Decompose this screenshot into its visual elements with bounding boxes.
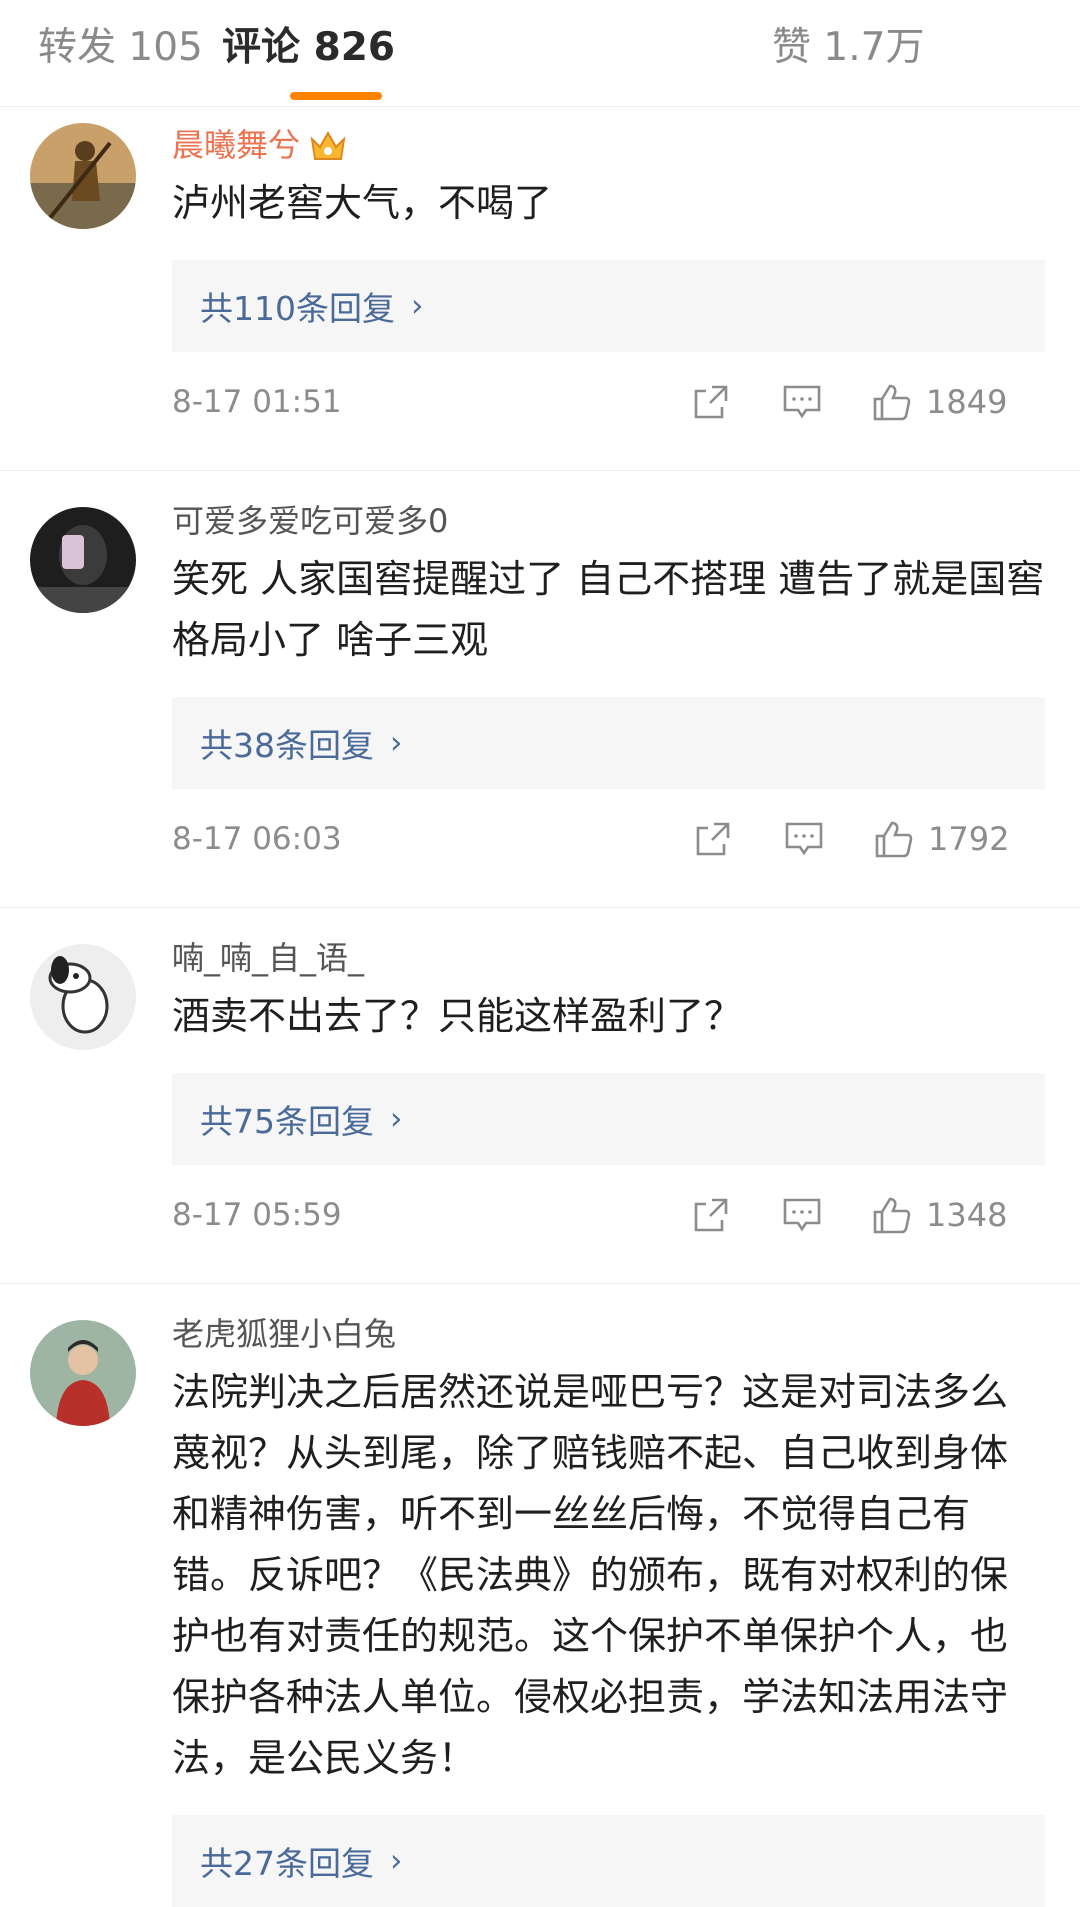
- active-tab-indicator: [290, 92, 382, 100]
- comment-text: 泸州老窖大气，不喝了: [172, 181, 553, 225]
- chevron-right-icon: ›: [390, 725, 403, 761]
- tab-likes-count: 1.7万: [823, 25, 925, 70]
- tab-comments-count: 826: [313, 25, 396, 70]
- replies-count: 共38条回复: [200, 726, 374, 765]
- thumbs-up-icon: [873, 1197, 911, 1234]
- username[interactable]: 晨曦舞兮: [172, 123, 1045, 167]
- tab-likes[interactable]: 赞 1.7万: [772, 22, 924, 74]
- username[interactable]: 老虎狐狸小白兔: [172, 1312, 1045, 1356]
- replies-link[interactable]: 共75条回复 ›: [172, 1073, 1045, 1165]
- tab-reposts-label: 转发: [38, 25, 117, 70]
- tab-comments-label: 评论: [222, 25, 301, 70]
- share-icon[interactable]: [694, 817, 732, 861]
- username-text: 晨曦舞兮: [172, 126, 301, 164]
- comment-item: 晨曦舞兮 泸州老窖大气，不喝了 共110条回复 › 8-17 01:51 184…: [0, 107, 1080, 471]
- like-button[interactable]: 1792: [874, 817, 1009, 861]
- like-count: 1849: [926, 383, 1008, 421]
- crown-icon: [308, 127, 348, 167]
- like-button[interactable]: 1849: [872, 380, 1007, 424]
- share-icon[interactable]: [692, 1193, 730, 1237]
- thumbs-up-icon: [875, 821, 913, 858]
- replies-link[interactable]: 共110条回复 ›: [172, 260, 1045, 352]
- replies-link[interactable]: 共38条回复 ›: [172, 697, 1045, 789]
- replies-count: 共75条回复: [200, 1102, 374, 1141]
- comment-time: 8-17 06:03: [172, 821, 342, 857]
- thumbs-up-icon: [873, 384, 911, 421]
- chevron-right-icon: ›: [390, 1843, 403, 1879]
- like-button[interactable]: 1348: [872, 1193, 1007, 1237]
- comment-tabs: 转发 105 评论 826 赞 1.7万: [0, 0, 1080, 107]
- comment-item: 老虎狐狸小白兔 法院判决之后居然还说是哑巴亏？这是对司法多么蔑视？从头到尾，除了…: [0, 1284, 1080, 1907]
- username[interactable]: 可爱多爱吃可爱多0: [172, 499, 1045, 543]
- avatar[interactable]: [30, 123, 136, 229]
- replies-count: 共27条回复: [200, 1844, 374, 1883]
- chevron-right-icon: ›: [390, 1101, 403, 1137]
- chevron-right-icon: ›: [411, 288, 424, 324]
- comment-time: 8-17 01:51: [172, 384, 342, 420]
- comment-time: 8-17 05:59: [172, 1197, 342, 1233]
- avatar[interactable]: [30, 944, 136, 1050]
- like-count: 1348: [926, 1196, 1008, 1234]
- comment-item: 喃_喃_自_语_ 酒卖不出去了？只能这样盈利了？ 共75条回复 › 8-17 0…: [0, 908, 1080, 1284]
- avatar[interactable]: [30, 507, 136, 613]
- replies-count: 共110条回复: [200, 289, 395, 328]
- comment-text: 笑死 人家国窖提醒过了 自己不搭理 遭告了就是国窖格局小了 啥子三观: [172, 557, 1045, 662]
- tab-comments[interactable]: 评论 826: [222, 22, 395, 74]
- reply-icon[interactable]: [784, 817, 824, 861]
- reply-icon[interactable]: [782, 380, 822, 424]
- tab-likes-label: 赞: [772, 25, 812, 70]
- comment-item: 可爱多爱吃可爱多0 笑死 人家国窖提醒过了 自己不搭理 遭告了就是国窖格局小了 …: [0, 471, 1080, 908]
- reply-icon[interactable]: [782, 1193, 822, 1237]
- like-count: 1792: [928, 820, 1010, 858]
- avatar[interactable]: [30, 1320, 136, 1426]
- tab-reposts[interactable]: 转发 105: [38, 22, 203, 74]
- comment-text: 酒卖不出去了？只能这样盈利了？: [172, 994, 743, 1038]
- comment-text: 法院判决之后居然还说是哑巴亏？这是对司法多么蔑视？从头到尾，除了赔钱赔不起、自己…: [172, 1370, 1009, 1780]
- username[interactable]: 喃_喃_自_语_: [172, 936, 1045, 980]
- tab-reposts-count: 105: [128, 25, 203, 70]
- share-icon[interactable]: [692, 380, 730, 424]
